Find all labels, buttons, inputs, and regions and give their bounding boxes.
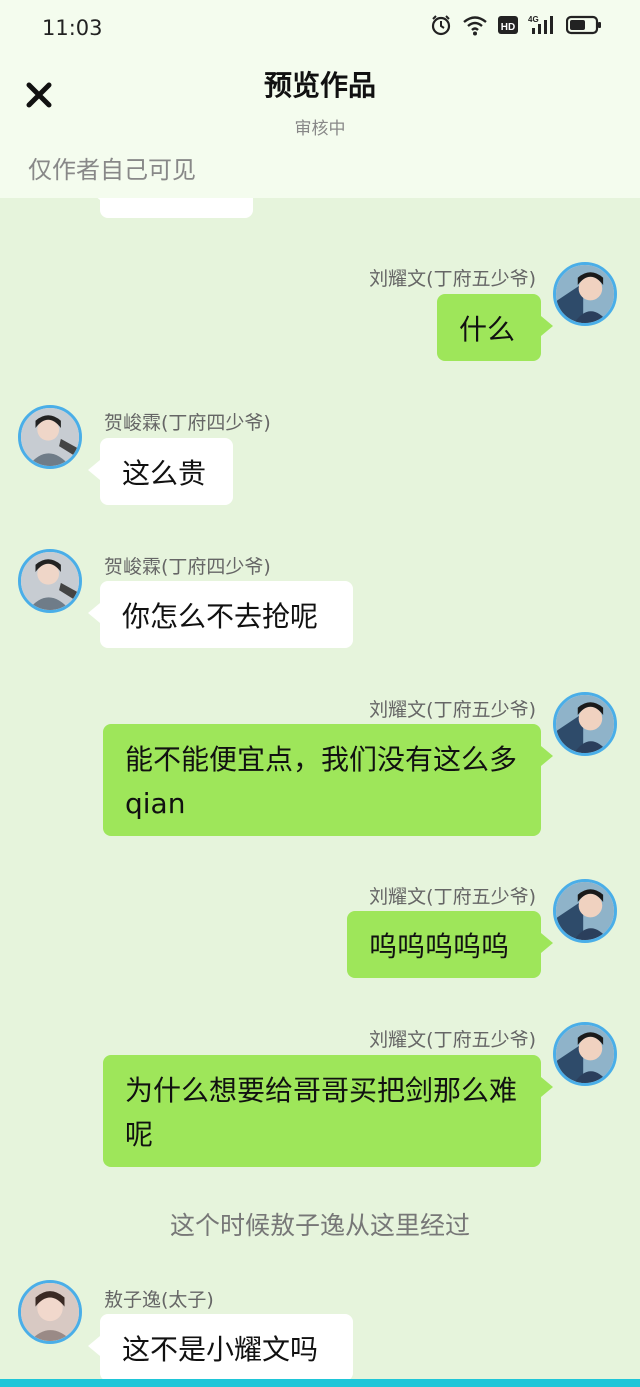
hd-icon: HD [498,15,518,39]
avatar[interactable] [18,405,82,469]
sender-name: 刘耀文(丁府五少爷) [369,268,536,290]
message-bubble: 这不是小耀文吗 [88,1314,353,1379]
narration-text: 这个时候敖子逸从这里经过 [169,1211,470,1240]
sender-name: 刘耀文(丁府五少爷) [369,886,536,908]
message-bubble: 你怎么不去抢呢 [88,581,353,648]
sender-name: 刘耀文(丁府五少爷) [369,1029,536,1051]
message-text: 呜呜呜呜呜 [369,930,510,963]
message-bubble: 这么贵 [88,438,233,505]
review-status: 审核中 [294,119,346,139]
status-icons: HD 4G [430,14,602,40]
alarm-icon [430,14,452,40]
message-text: 什么 [459,313,516,346]
visibility-note: 仅作者自己可见 [28,156,196,184]
chat-area[interactable]: 刘耀文(丁府五少爷) 什么 贺峻霖(丁府四少爷) 这么贵 贺峻霖(丁府四少爷) … [0,198,640,1379]
title-block: 预览作品 审核中 [0,64,640,139]
avatar[interactable] [553,1022,617,1086]
svg-text:HD: HD [501,22,515,33]
avatar[interactable] [553,262,617,326]
message-bubble-partial [88,198,253,218]
message-text: 这不是小耀文吗 [122,1333,319,1366]
wifi-icon [462,14,488,40]
message-text: 能不能便宜点，我们没有这么多qian [125,743,518,820]
sender-name: 刘耀文(丁府五少爷) [369,699,536,721]
avatar[interactable] [18,549,82,613]
avatar[interactable] [18,1280,82,1344]
message-bubble: 能不能便宜点，我们没有这么多qian [103,724,553,836]
message-bubble: 为什么想要给哥哥买把剑那么难呢 [103,1055,553,1167]
battery-icon [565,14,602,40]
avatar[interactable] [553,692,617,756]
sender-name: 敖子逸(太子) [104,1289,214,1311]
message-bubble: 呜呜呜呜呜 [347,911,553,978]
top-header: 11:03 HD 4G 预览作品 审核中 仅作者自己可见 [0,0,640,198]
status-time: 11:03 [42,16,103,40]
message-bubble: 什么 [437,294,553,361]
message-text: 这么贵 [122,457,207,490]
svg-text:4G: 4G [528,15,539,24]
sender-name: 贺峻霖(丁府四少爷) [104,412,271,434]
bottom-progress-strip [0,1379,640,1387]
message-text: 为什么想要给哥哥买把剑那么难呢 [125,1074,518,1151]
status-bar: 11:03 HD 4G [0,0,640,56]
page-title: 预览作品 [263,69,376,102]
message-text: 你怎么不去抢呢 [122,600,319,633]
sender-name: 贺峻霖(丁府四少爷) [104,556,271,578]
avatar[interactable] [553,879,617,943]
signal-4g-icon: 4G [528,14,556,40]
